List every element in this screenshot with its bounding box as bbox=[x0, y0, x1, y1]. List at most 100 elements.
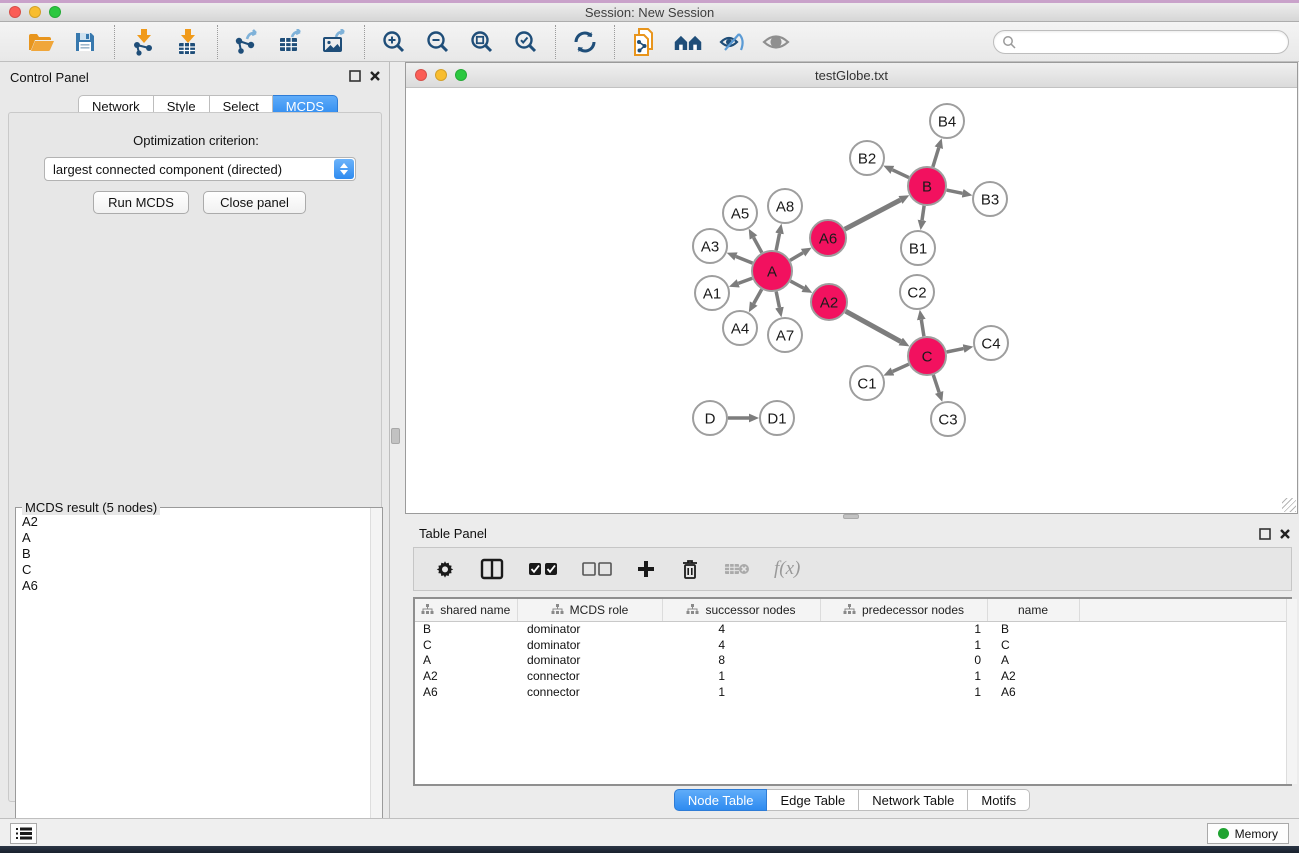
mcds-result-list[interactable]: A2ABCA6 bbox=[17, 514, 369, 847]
table-cell[interactable]: 4 bbox=[662, 637, 820, 653]
table-cell[interactable] bbox=[1079, 637, 1292, 653]
import-network-icon[interactable] bbox=[129, 27, 159, 57]
new-network-from-selection-icon[interactable] bbox=[629, 27, 659, 57]
table-cell[interactable]: A bbox=[415, 653, 517, 669]
table-scrollbar[interactable] bbox=[1286, 599, 1297, 784]
close-panel-icon[interactable] bbox=[369, 70, 381, 82]
edge-B-B1[interactable] bbox=[922, 206, 924, 220]
export-image-icon[interactable] bbox=[320, 27, 350, 57]
table-cell[interactable] bbox=[1079, 684, 1292, 700]
table-cell[interactable]: 1 bbox=[662, 668, 820, 684]
edge-A-A1[interactable] bbox=[738, 278, 752, 283]
close-table-panel-icon[interactable] bbox=[1279, 528, 1291, 540]
open-session-icon[interactable] bbox=[26, 27, 56, 57]
edge-B-B2[interactable] bbox=[892, 170, 909, 178]
edge-C-C4[interactable] bbox=[947, 349, 964, 352]
bird-eye-view-icon[interactable] bbox=[761, 27, 791, 57]
table-cell[interactable]: A bbox=[987, 653, 1079, 669]
table-cell[interactable]: B bbox=[415, 621, 517, 637]
edge-A-A3[interactable] bbox=[736, 256, 753, 263]
search-box[interactable] bbox=[993, 30, 1289, 54]
zoom-in-icon[interactable] bbox=[379, 27, 409, 57]
table-cell[interactable]: B bbox=[987, 621, 1079, 637]
show-column-icon[interactable] bbox=[480, 555, 504, 583]
first-neighbors-icon[interactable] bbox=[673, 27, 703, 57]
column-header-successor-nodes[interactable]: successor nodes bbox=[662, 599, 820, 621]
table-row[interactable]: Adominator80A bbox=[415, 653, 1292, 669]
table-cell[interactable]: 8 bbox=[662, 653, 820, 669]
tab-edge-table[interactable]: Edge Table bbox=[767, 789, 859, 811]
table-options-gear-icon[interactable] bbox=[434, 555, 456, 583]
table-cell[interactable]: A2 bbox=[987, 668, 1079, 684]
node-table[interactable]: shared nameMCDS rolesuccessor nodesprede… bbox=[415, 599, 1292, 700]
show-hide-icon[interactable] bbox=[717, 27, 747, 57]
result-item[interactable]: A6 bbox=[22, 578, 369, 594]
table-cell[interactable]: dominator bbox=[517, 637, 662, 653]
horizontal-splitter-handle[interactable] bbox=[843, 514, 859, 519]
run-mcds-button[interactable]: Run MCDS bbox=[93, 191, 189, 214]
vertical-splitter-handle[interactable] bbox=[391, 428, 400, 444]
resize-grip-icon[interactable] bbox=[1282, 498, 1296, 512]
save-session-icon[interactable] bbox=[70, 27, 100, 57]
tab-network-table[interactable]: Network Table bbox=[859, 789, 968, 811]
deselect-all-checks-icon[interactable] bbox=[582, 555, 612, 583]
result-item[interactable]: B bbox=[22, 546, 369, 562]
edge-C-C1[interactable] bbox=[893, 364, 909, 371]
edge-C-C3[interactable] bbox=[933, 375, 939, 392]
table-cell[interactable]: dominator bbox=[517, 653, 662, 669]
table-cell[interactable] bbox=[1079, 668, 1292, 684]
table-cell[interactable]: connector bbox=[517, 684, 662, 700]
edge-A-A4[interactable] bbox=[754, 289, 762, 303]
delete-column-icon[interactable] bbox=[680, 555, 700, 583]
table-row[interactable]: Cdominator41C bbox=[415, 637, 1292, 653]
result-scrollbar[interactable] bbox=[370, 508, 382, 848]
table-cell[interactable] bbox=[1079, 653, 1292, 669]
table-cell[interactable]: A6 bbox=[415, 684, 517, 700]
export-network-icon[interactable] bbox=[232, 27, 262, 57]
column-header-MCDS-role[interactable]: MCDS role bbox=[517, 599, 662, 621]
table-cell[interactable]: 1 bbox=[820, 637, 987, 653]
network-canvas[interactable]: AA1A2A3A4A5A6A7A8BB1B2B3B4CC1C2C3C4DD1 bbox=[406, 89, 1296, 513]
table-cell[interactable]: 1 bbox=[820, 621, 987, 637]
table-cell[interactable]: 0 bbox=[820, 653, 987, 669]
result-item[interactable]: C bbox=[22, 562, 369, 578]
refresh-icon[interactable] bbox=[570, 27, 600, 57]
zoom-fit-icon[interactable] bbox=[467, 27, 497, 57]
table-cell[interactable]: 1 bbox=[820, 668, 987, 684]
zoom-out-icon[interactable] bbox=[423, 27, 453, 57]
edge-A-A2[interactable] bbox=[790, 281, 803, 288]
tab-node-table[interactable]: Node Table bbox=[674, 789, 768, 811]
select-all-checks-icon[interactable] bbox=[528, 555, 558, 583]
table-cell[interactable]: 1 bbox=[662, 684, 820, 700]
table-cell[interactable]: 4 bbox=[662, 621, 820, 637]
edge-A2-C[interactable] bbox=[846, 311, 901, 341]
task-history-button[interactable] bbox=[10, 823, 37, 844]
table-cell[interactable]: A2 bbox=[415, 668, 517, 684]
float-table-panel-icon[interactable] bbox=[1259, 528, 1271, 540]
edge-A-A7[interactable] bbox=[776, 292, 779, 308]
edge-A6-B[interactable] bbox=[845, 200, 901, 229]
table-cell[interactable]: 1 bbox=[820, 684, 987, 700]
table-row[interactable]: A6connector11A6 bbox=[415, 684, 1292, 700]
edge-A-A6[interactable] bbox=[790, 253, 803, 261]
zoom-selected-icon[interactable] bbox=[511, 27, 541, 57]
result-item[interactable]: A2 bbox=[22, 514, 369, 530]
edge-A-A5[interactable] bbox=[754, 238, 762, 253]
table-cell[interactable]: A6 bbox=[987, 684, 1079, 700]
memory-button[interactable]: Memory bbox=[1207, 823, 1289, 844]
edge-A-A8[interactable] bbox=[776, 233, 779, 250]
table-cell[interactable]: connector bbox=[517, 668, 662, 684]
table-cell[interactable]: C bbox=[987, 637, 1079, 653]
column-header-predecessor-nodes[interactable]: predecessor nodes bbox=[820, 599, 987, 621]
import-table-icon[interactable] bbox=[173, 27, 203, 57]
table-row[interactable]: A2connector11A2 bbox=[415, 668, 1292, 684]
column-header-name[interactable]: name bbox=[987, 599, 1079, 621]
export-table-icon[interactable] bbox=[276, 27, 306, 57]
edge-C-C2[interactable] bbox=[921, 320, 924, 337]
close-panel-button[interactable]: Close panel bbox=[203, 191, 306, 214]
edge-B-B4[interactable] bbox=[933, 148, 939, 167]
table-row[interactable]: Bdominator41B bbox=[415, 621, 1292, 637]
edge-B-B3[interactable] bbox=[947, 190, 963, 193]
optimization-criterion-select[interactable]: largest connected component (directed) bbox=[44, 157, 356, 181]
search-input[interactable] bbox=[1017, 32, 1288, 52]
